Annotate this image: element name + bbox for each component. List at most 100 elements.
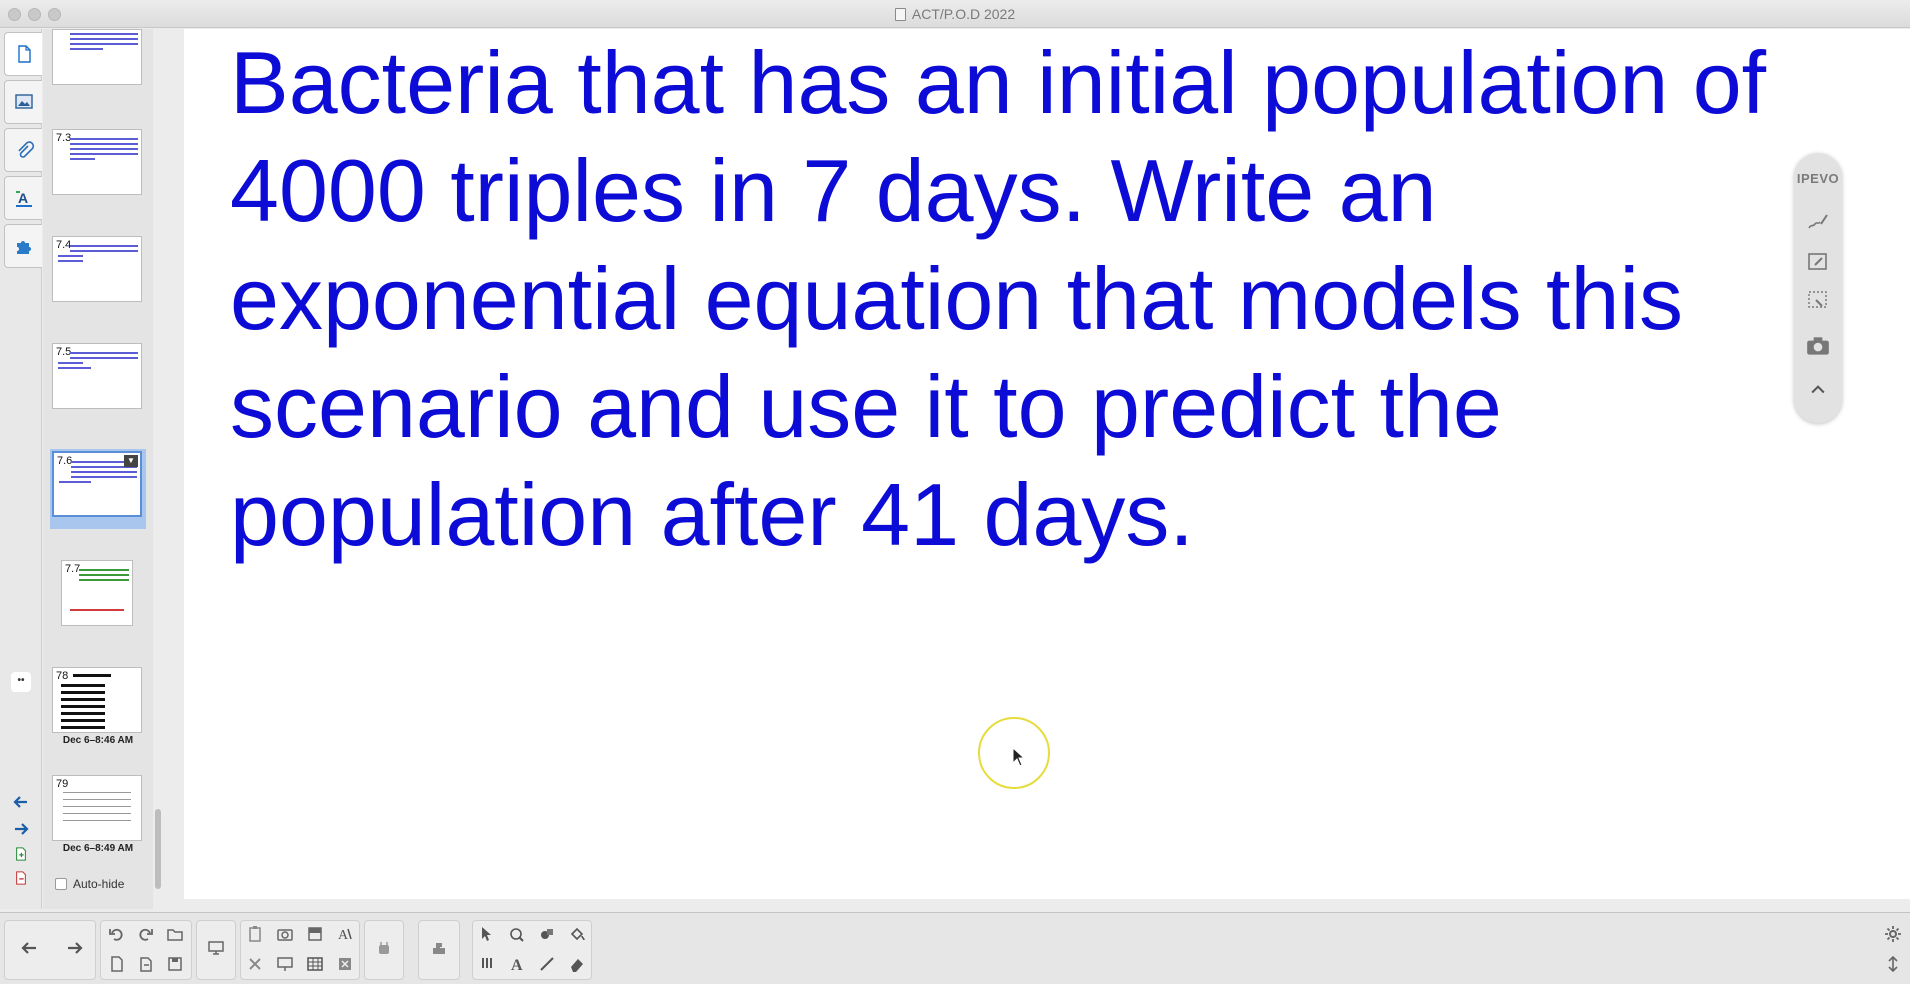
magic-pen-button[interactable] <box>504 921 530 947</box>
duplicate-page-icon <box>140 957 152 972</box>
page-thumbnail-4[interactable]: 7.5 <box>52 343 142 409</box>
paste-button[interactable] <box>242 921 268 947</box>
page-thumbnail-6[interactable]: 7.7 <box>61 560 133 626</box>
add-page-icon <box>16 847 26 861</box>
page-thumbnail-3[interactable]: 7.4 <box>52 236 142 302</box>
page-thumbnail-1[interactable] <box>52 29 142 85</box>
page-thumbnail-8-date: Dec 6–8:49 AM <box>62 843 134 854</box>
screen-capture-button[interactable] <box>272 921 298 947</box>
screen-shade-icon <box>308 927 322 941</box>
page-thumbnail-2[interactable]: 7.3 <box>52 129 142 195</box>
clear-page-button[interactable] <box>332 951 358 977</box>
delete-page-icon <box>16 871 26 885</box>
next-page-side-button[interactable] <box>10 818 32 840</box>
magic-pen-icon <box>510 928 524 942</box>
response-icon <box>379 942 389 954</box>
slide-line-3: exponential equation that models this <box>230 249 1683 348</box>
bottom-toolbar: A A <box>0 912 1910 984</box>
shapes-icon <box>541 929 553 939</box>
gallery-icon <box>14 94 33 109</box>
full-screen-button[interactable] <box>272 951 298 977</box>
autohide-checkbox[interactable] <box>55 878 67 890</box>
page-thumbnail-8[interactable]: 79 <box>52 775 142 841</box>
open-file-button[interactable] <box>162 921 188 947</box>
settings-button[interactable] <box>1880 921 1906 947</box>
ipevo-toolbar: IPEVO <box>1794 153 1842 423</box>
svg-text:A: A <box>511 957 523 973</box>
arrow-right-icon <box>68 942 83 954</box>
page-thumbnail-7-date: Dec 6–8:46 AM <box>62 735 134 746</box>
previous-page-side-button[interactable] <box>10 791 32 813</box>
fill-bucket-icon <box>570 927 585 941</box>
tab-addons[interactable] <box>4 224 42 268</box>
undo-button[interactable] <box>104 921 130 947</box>
add-page-button[interactable] <box>10 843 32 865</box>
duplicate-page-button[interactable] <box>132 951 158 977</box>
screen-shade-button[interactable] <box>302 921 328 947</box>
text-tool-menu-button[interactable]: A <box>332 921 358 947</box>
camera-icon <box>277 929 293 941</box>
close-icon <box>249 958 261 970</box>
snip-icon <box>1808 291 1827 308</box>
select-tool-button[interactable] <box>474 921 500 947</box>
undo-icon <box>109 928 123 941</box>
svg-text:A: A <box>338 928 349 943</box>
mouse-cursor-icon <box>1012 747 1026 767</box>
page-menu-dropdown-icon[interactable]: ▼ <box>124 455 138 467</box>
insert-table-button[interactable] <box>302 951 328 977</box>
pen-scribble-icon <box>1808 214 1828 229</box>
page-thumbnail-7[interactable]: 78 <box>52 667 142 733</box>
slide-text-block[interactable]: Bacteria that has an initial population … <box>230 29 1850 569</box>
fill-button[interactable] <box>564 921 590 947</box>
tab-properties[interactable]: A <box>4 176 42 220</box>
delete-button[interactable] <box>242 951 268 977</box>
move-vertical-icon <box>1888 955 1898 973</box>
capture-area-icon <box>1808 253 1827 270</box>
ipevo-capture-button[interactable] <box>1803 247 1833 277</box>
eraser-icon <box>571 959 583 972</box>
tab-gallery[interactable] <box>4 80 42 124</box>
pen-tool-button[interactable] <box>474 951 500 977</box>
ipevo-pen-button[interactable] <box>1803 207 1833 237</box>
tab-attachments[interactable] <box>4 128 42 172</box>
page-number: 78 <box>56 670 69 682</box>
autohide-option[interactable]: Auto-hide <box>55 877 124 891</box>
slide-line-1: Bacteria that has an initial population … <box>230 33 1767 132</box>
collapse-sidebar-button[interactable]: •• <box>11 672 31 692</box>
ipevo-camera-button[interactable] <box>1803 331 1833 361</box>
window-title-text: ACT/P.O.D 2022 <box>911 6 1016 22</box>
page-canvas[interactable]: Bacteria that has an initial population … <box>184 29 1910 899</box>
arrow-right-icon <box>15 823 29 835</box>
redo-icon <box>139 928 153 941</box>
chevron-up-icon <box>1811 385 1825 394</box>
properties-icon: A <box>15 190 32 207</box>
line-tool-button[interactable] <box>534 951 560 977</box>
ipevo-logo: IPEVO <box>1796 171 1840 186</box>
save-button[interactable] <box>162 951 188 977</box>
ipevo-collapse-button[interactable] <box>1803 375 1833 405</box>
arrow-left-icon <box>13 796 27 808</box>
eraser-button[interactable] <box>564 951 590 977</box>
text-icon: A <box>511 957 523 973</box>
delete-page-button[interactable] <box>10 867 32 889</box>
ipevo-snip-button[interactable] <box>1803 285 1833 315</box>
window-title: ACT/P.O.D 2022 <box>0 6 1910 22</box>
shapes-button[interactable] <box>534 921 560 947</box>
smart-notebook-window: ACT/P.O.D 2022 A •• 7.3 7.4 7.5 7.6 ▼ 7.… <box>0 0 1910 984</box>
sorter-scrollbar[interactable] <box>155 809 161 889</box>
display-screen-button[interactable] <box>203 935 229 961</box>
page-thumbnail-5[interactable]: 7.6 ▼ <box>52 451 142 517</box>
redo-button[interactable] <box>132 921 158 947</box>
previous-page-button[interactable] <box>16 935 42 961</box>
tab-page-sorter[interactable] <box>4 32 42 76</box>
addon-button[interactable] <box>426 935 452 961</box>
presentation-icon <box>277 957 293 971</box>
slide-line-2: 4000 triples in 7 days. Write an <box>230 141 1437 240</box>
next-page-button[interactable] <box>62 935 88 961</box>
page-number: 79 <box>56 778 69 790</box>
response-button[interactable] <box>371 935 397 961</box>
new-page-button[interactable] <box>104 951 130 977</box>
page-icon <box>17 45 31 63</box>
move-toolbar-button[interactable] <box>1880 951 1906 977</box>
text-tool-button[interactable]: A <box>504 951 530 977</box>
